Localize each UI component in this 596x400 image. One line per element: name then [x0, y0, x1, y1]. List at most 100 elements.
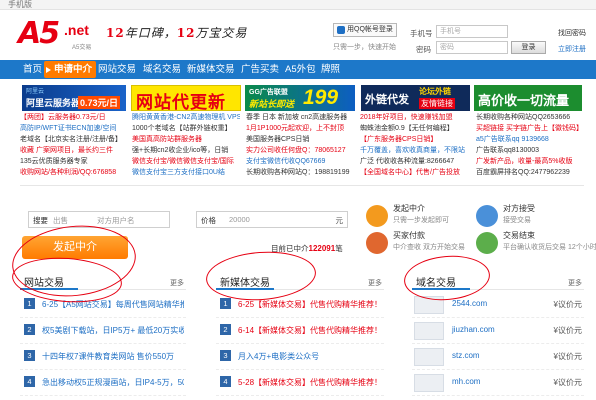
nav-media-trade[interactable]: 新媒体交易 [187, 60, 235, 79]
ad-link[interactable]: 美国真高防站群服务器 [132, 135, 240, 144]
nav-domain-trade[interactable]: 域名交易 [143, 60, 181, 79]
column-header: 网站交易 更多 [20, 268, 186, 290]
counterparty-input[interactable]: 对方用户名 [97, 215, 135, 226]
list-item-title[interactable]: 6-25【新媒体交易】代售代购精华推荐！ [238, 299, 384, 310]
list-item[interactable]: 3 月入4万+电影类公众号 [216, 346, 384, 370]
ad-link[interactable]: 千万覆盖，喜欢收真商量，不限站 [360, 146, 468, 155]
ad-link[interactable]: 广告联系qq8130003 [476, 146, 584, 155]
ad-link[interactable]: 1000个老域名【站群外链权重】 [132, 124, 240, 133]
list-item-title[interactable]: 十四年权7课件教育类网站 售价550万 [42, 351, 184, 362]
domain-thumbnail [414, 374, 444, 392]
banner-site-update[interactable]: 网站代更新 [131, 85, 241, 111]
trade-type-select[interactable]: 出售 [53, 215, 68, 226]
logo-subtitle: A5交易 [72, 45, 92, 51]
list-item-title[interactable]: 权5美剧下载站，日IP5万+ 最低20万实收 [42, 325, 184, 336]
domain-item[interactable]: mh.com ¥议价元 [412, 372, 584, 396]
column-title: 网站交易 [24, 278, 64, 289]
ad-link[interactable]: 腾阳黄黄香港-CN2高速物理机 VPS [132, 113, 240, 122]
divider [20, 185, 584, 186]
column-title: 域名交易 [416, 278, 456, 289]
ad-link[interactable]: 广泛 代收收各种流量:8266647 [360, 157, 468, 166]
ad-link[interactable]: 微信支付宝/微信微信支付宝/国际 [132, 157, 240, 166]
ad-link[interactable]: 高防IP/WFT证书ECN加速/空间 [20, 124, 128, 133]
ad-link[interactable]: 1月1P1000元起欢迎，上不封顶 [246, 124, 354, 133]
ad-link[interactable]: 买超链接 买字链广告上【徽钱码】 [476, 124, 584, 133]
rank-badge: 1 [220, 298, 231, 309]
list-item-title[interactable]: 5-28【新媒体交易】代售代购精华推荐！ [238, 377, 384, 388]
website-trade-column: 网站交易 更多 1 6-25【A5网站交易】每周代售网站精华推 2 权5美剧下载站，日… [20, 268, 186, 400]
counterparty-search[interactable]: 搜要 出售 对方用户名 [28, 211, 170, 228]
list-item[interactable]: 2 权5美剧下载站，日IP5万+ 最低20万实收 [20, 320, 186, 344]
ad-link[interactable]: 2018年好项目，快速赚钱加盟 [360, 113, 468, 122]
phone-label: 手机号 [410, 29, 433, 38]
phone-input[interactable]: 手机号 [436, 25, 508, 38]
ad-link[interactable]: 收购网站/各种利润/QQ:676858 [20, 168, 128, 177]
ad-link[interactable]: 135云优质服务器专家 [20, 157, 128, 166]
list-item[interactable]: 1 6-25【A5网站交易】每周代售网站精华推 [20, 294, 186, 318]
domain-item[interactable]: jiuzhan.com ¥议价元 [412, 320, 584, 344]
list-item[interactable]: 3 十四年权7课件教育类网站 售价550万 [20, 346, 186, 370]
ad-link[interactable]: 【两团】云服务器0.73元/日 [20, 113, 128, 122]
ad-link[interactable]: 长期收购各种网站Q：198819199 [246, 168, 354, 177]
domain-name[interactable]: stz.com [452, 351, 480, 360]
ad-link[interactable]: a5广告联系qq 9139668 [476, 135, 584, 144]
ad-link[interactable]: 长期收购各种网站QQ2653666 [476, 113, 584, 122]
banner-aliyun[interactable]: 阿里云 阿里云服务器 0.73元/日 [22, 85, 126, 111]
register-link[interactable]: 立即注册 [558, 44, 586, 54]
domain-trade-column: 域名交易 更多 2544.com ¥议价元 jiuzhan.com ¥议价元 stz.c… [412, 268, 584, 400]
ad-link[interactable]: 老域名【北京实名注册/注册/备】 [20, 135, 128, 144]
domain-name[interactable]: 2544.com [452, 299, 487, 308]
nav-apply-escrow[interactable]: 申请中介 [44, 61, 97, 78]
list-item-title[interactable]: 6-14【新媒体交易】代售代购精华推荐！ [238, 325, 384, 336]
domain-thumbnail [414, 348, 444, 366]
list-item-title[interactable]: 6-25【A5网站交易】每周代售网站精华推 [42, 299, 184, 310]
nav-home[interactable]: 首页 [23, 60, 42, 79]
password-input[interactable]: 密码 [436, 41, 508, 54]
ad-link[interactable]: 微信支付宝三方支付接口0U结 [132, 168, 240, 177]
more-link[interactable]: 更多 [568, 278, 582, 288]
list-item[interactable]: 2 6-14【新媒体交易】代售代购精华推荐！ [216, 320, 384, 344]
ad-link[interactable]: 实力公司收任何盘Q：78065127 [246, 146, 354, 155]
list-item[interactable]: 4 5-28【新媒体交易】代售代购精华推荐！ [216, 372, 384, 396]
qq-login-button[interactable]: 用QQ帐号登录 [333, 23, 397, 37]
launch-escrow-button[interactable]: 发起中介 [22, 236, 128, 259]
domain-thumbnail [414, 296, 444, 314]
ad-link[interactable]: 收藏 广案网项目，最长约三件 [20, 146, 128, 155]
ad-link[interactable]: 【全国域名中心】代售/广告投放 [360, 168, 468, 177]
domain-item[interactable]: 2544.com ¥议价元 [412, 294, 584, 318]
ad-link[interactable]: 百度霸屏排名QQ:2477962239 [476, 168, 584, 177]
banner-traffic[interactable]: 高价收一切流量 [474, 85, 582, 111]
nav-ad-trade[interactable]: 广告买卖 [241, 60, 279, 79]
price-field[interactable]: 价格 20000 元 [196, 211, 348, 228]
more-link[interactable]: 更多 [368, 278, 382, 288]
ad-link[interactable]: 【广东服务器CPS日销】 [360, 135, 468, 144]
domain-item[interactable]: stz.com ¥议价元 [412, 346, 584, 370]
nav-a5-outsource[interactable]: A5外包 [285, 60, 316, 79]
logo-mark: A5 [18, 16, 60, 51]
domain-name[interactable]: jiuzhan.com [452, 325, 495, 334]
top-strip: 手机版 [0, 0, 596, 10]
ad-link[interactable]: 美国服务器CPS日销 [246, 135, 354, 144]
banner-gg-ads[interactable]: GG广告联盟 新站长即送 199 [245, 85, 355, 111]
nav-license[interactable]: 牌照 [321, 60, 340, 79]
ad-link[interactable]: 广发新产品，收量-最高5%收版 [476, 157, 584, 166]
list-item-title[interactable]: 急出移动权5正规漫画站，日IP4-5万，50 [42, 377, 184, 388]
initiate-icon [366, 205, 388, 227]
domain-price: ¥议价元 [553, 300, 582, 309]
more-link[interactable]: 更多 [170, 278, 184, 288]
ad-link[interactable]: 春季 日本 新加坡 cn2高速服务器 [246, 113, 354, 122]
domain-name[interactable]: mh.com [452, 377, 480, 386]
ad-link[interactable]: 支付宝微信代收QQ67669 [246, 157, 354, 166]
ad-link[interactable]: 强+长期cn2收企业/ico等，日销 [132, 146, 240, 155]
site-logo[interactable]: A5 .net A5交易 [18, 16, 100, 54]
rank-badge: 3 [24, 350, 35, 361]
banner-backlinks[interactable]: 外链代发 论坛外链 友情链接 [361, 85, 470, 111]
list-item[interactable]: 4 急出移动权5正规漫画站，日IP4-5万，50 [20, 372, 186, 396]
mobile-version-link[interactable]: 手机版 [8, 0, 32, 10]
login-button[interactable]: 登录 [511, 41, 546, 54]
list-item[interactable]: 1 6-25【新媒体交易】代售代购精华推荐！ [216, 294, 384, 318]
ad-link[interactable]: 蜘蛛池金额0.9【无任何编程】 [360, 124, 468, 133]
nav-website-trade[interactable]: 网站交易 [98, 60, 136, 79]
list-item-title[interactable]: 月入4万+电影类公众号 [238, 351, 384, 362]
find-password-link[interactable]: 找回密码 [558, 28, 586, 38]
